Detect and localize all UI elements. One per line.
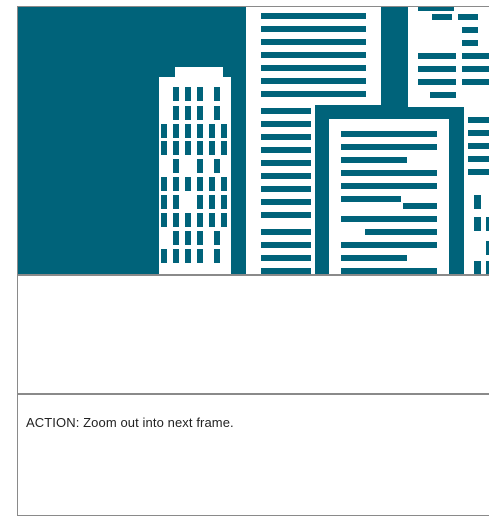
storyboard-illustration [18, 7, 489, 275]
building-front [329, 119, 449, 275]
action-panel: ACTION: Zoom out into next frame. [18, 395, 489, 515]
dialogue-panel [18, 276, 489, 393]
storyboard-frame: ACTION: Zoom out into next frame. [17, 6, 489, 516]
building-left [159, 67, 231, 275]
city-skyline-illustration [18, 7, 489, 275]
action-text: ACTION: Zoom out into next frame. [26, 415, 234, 430]
